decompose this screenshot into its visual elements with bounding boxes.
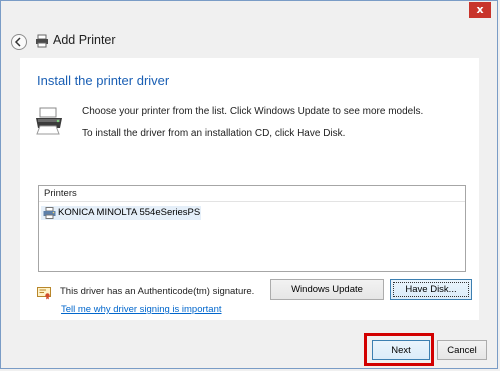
cancel-button[interactable]: Cancel (437, 340, 487, 360)
signature-status-text: This driver has an Authenticode(tm) sign… (60, 286, 255, 297)
printer-driver-icon (43, 207, 56, 219)
windows-update-button[interactable]: Windows Update (270, 279, 384, 300)
window-title: Add Printer (53, 33, 116, 47)
window-header: Add Printer (9, 31, 309, 53)
add-printer-window: x Add Printer Install the printer driver… (0, 0, 498, 369)
printer-icon (36, 34, 48, 48)
certificate-icon (37, 287, 51, 300)
close-button[interactable]: x (469, 2, 491, 18)
list-item-label: KONICA MINOLTA 554eSeriesPS (58, 207, 201, 218)
focus-rectangle (393, 282, 469, 297)
printers-listbox[interactable]: Printers KONICA MINOLTA 554eSeriesPS (38, 185, 466, 272)
printer-large-icon (36, 107, 62, 135)
list-item[interactable]: KONICA MINOLTA 554eSeriesPS (41, 206, 201, 220)
instruction-text-1: Choose your printer from the list. Click… (82, 106, 424, 117)
printers-header-label: Printers (44, 188, 77, 199)
printers-column-header[interactable]: Printers (39, 186, 465, 202)
back-arrow-icon (14, 37, 21, 47)
content-panel: Install the printer driver Choose your p… (20, 58, 479, 320)
title-bar: x (1, 1, 497, 25)
back-button[interactable] (11, 34, 27, 50)
have-disk-button[interactable]: Have Disk... (390, 279, 472, 300)
page-heading: Install the printer driver (37, 73, 170, 88)
driver-signing-link[interactable]: Tell me why driver signing is important (61, 304, 222, 315)
instruction-text-2: To install the driver from an installati… (82, 128, 346, 139)
next-highlight-box (364, 333, 434, 366)
